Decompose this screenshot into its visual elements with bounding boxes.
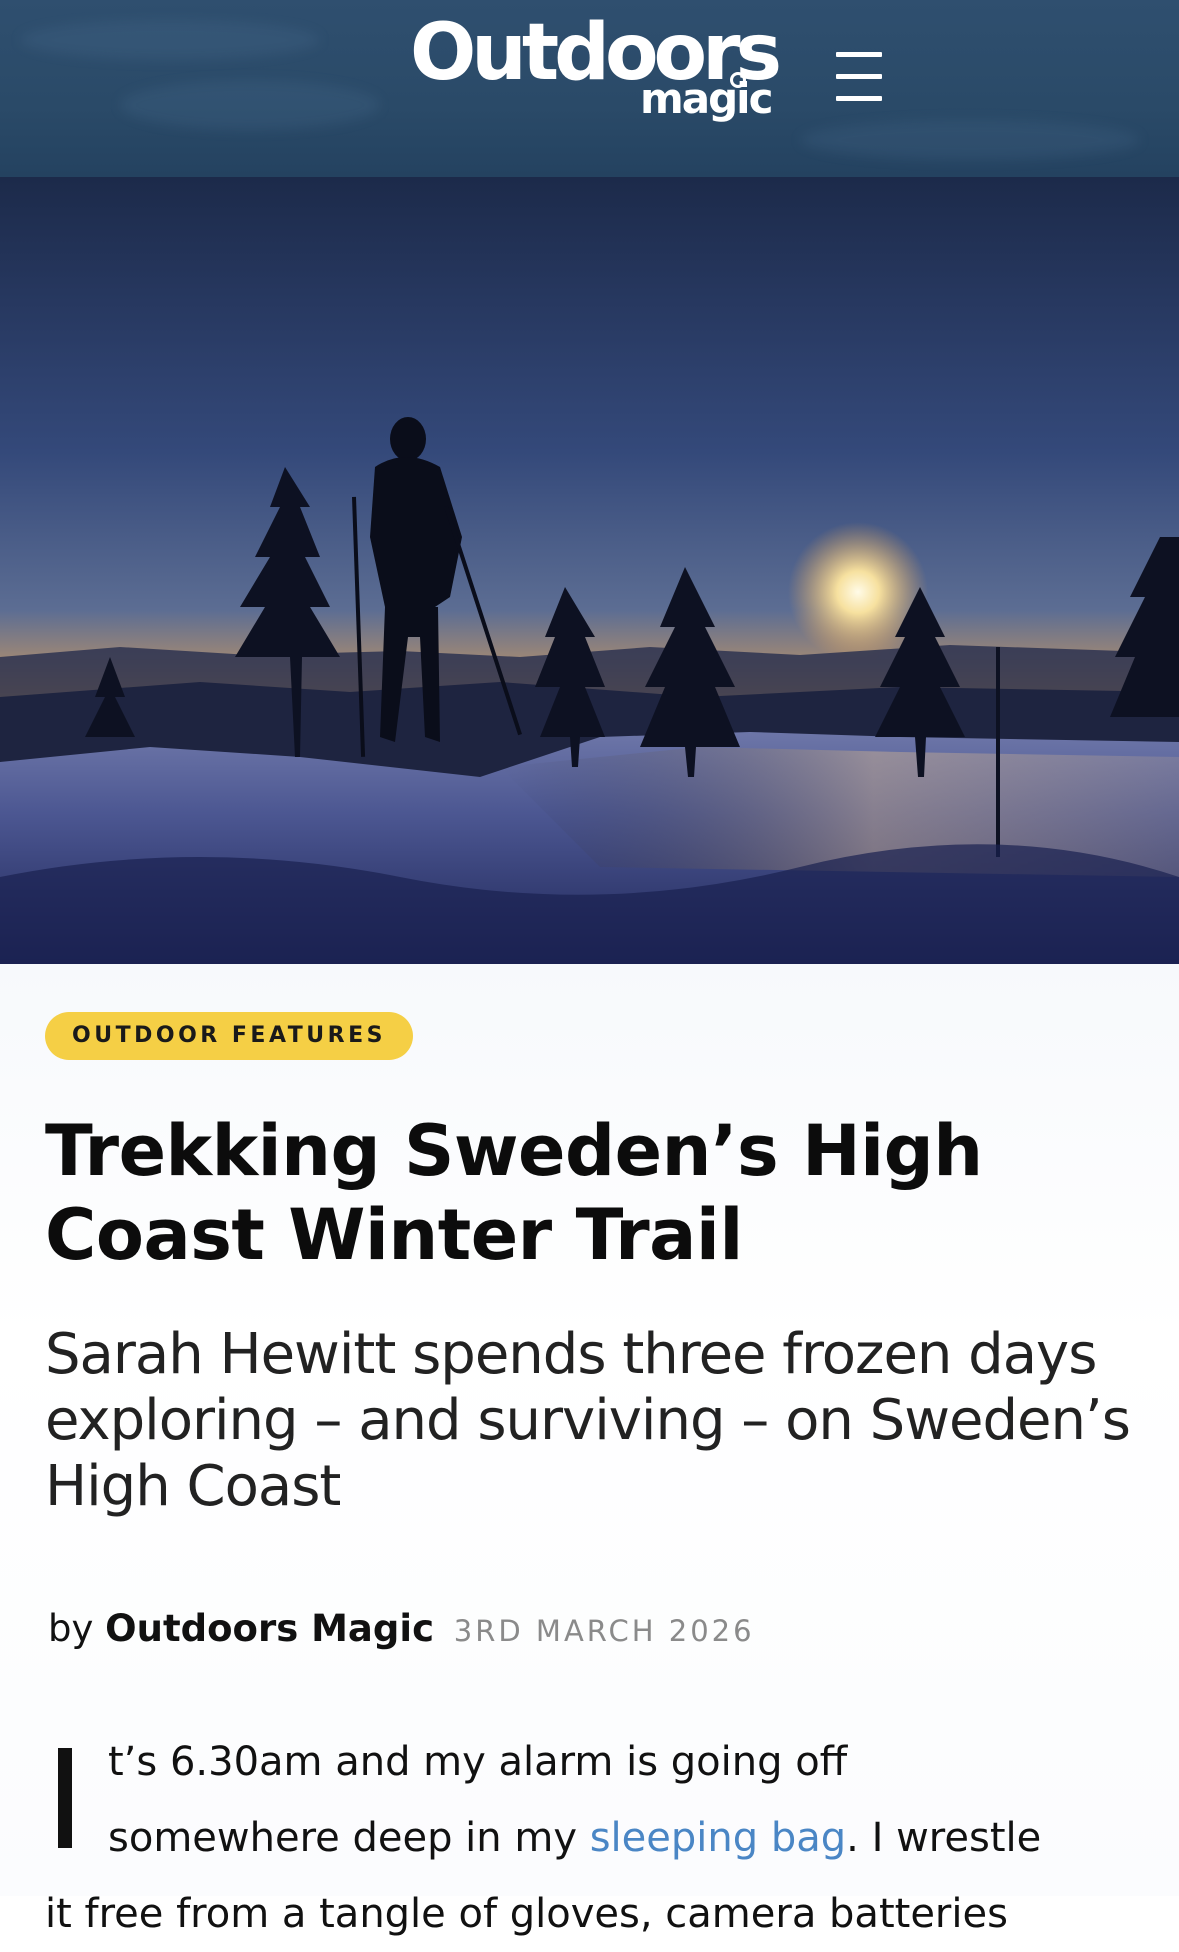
body-line-3: it free from a tangle of gloves, camera …: [45, 1891, 1008, 1937]
author-link[interactable]: Outdoors Magic: [105, 1607, 434, 1650]
hero-photo: [0, 177, 1179, 964]
article-standfirst: Sarah Hewitt spends three frozen days ex…: [45, 1322, 1131, 1519]
article-title: Trekking Sweden’s High Coast Winter Trai…: [45, 1110, 983, 1276]
logo-subtitle: magic: [640, 74, 773, 123]
hero-image: [0, 177, 1179, 964]
body-line-2: somewhere deep in my sleeping bag. I wre…: [108, 1800, 1158, 1876]
byline-prefix: by: [48, 1607, 94, 1650]
byline: by Outdoors Magic 3RD MARCH 2026: [48, 1604, 755, 1654]
dropcap: I: [58, 1748, 72, 1848]
menu-bar: [836, 96, 882, 101]
menu-bar: [836, 52, 882, 57]
header-cloud: [120, 80, 380, 130]
site-header: Outdoors magic: [0, 0, 1179, 177]
publish-date: 3RD MARCH 2026: [453, 1614, 755, 1648]
hamburger-menu-icon[interactable]: [836, 52, 884, 102]
header-cloud: [800, 120, 1140, 160]
sleeping-bag-link[interactable]: sleeping bag: [590, 1815, 846, 1861]
category-tag[interactable]: OUTDOOR FEATURES: [45, 1012, 413, 1060]
header-cloud: [20, 20, 320, 60]
menu-bar: [836, 74, 882, 79]
article: OUTDOOR FEATURES Trekking Sweden’s High …: [0, 964, 1179, 1937]
body-text: . I wrestle: [846, 1815, 1042, 1861]
body-text: somewhere deep in my: [108, 1815, 590, 1861]
site-logo[interactable]: Outdoors magic: [410, 14, 782, 134]
body-line-1: t’s 6.30am and my alarm is going off: [108, 1739, 848, 1785]
